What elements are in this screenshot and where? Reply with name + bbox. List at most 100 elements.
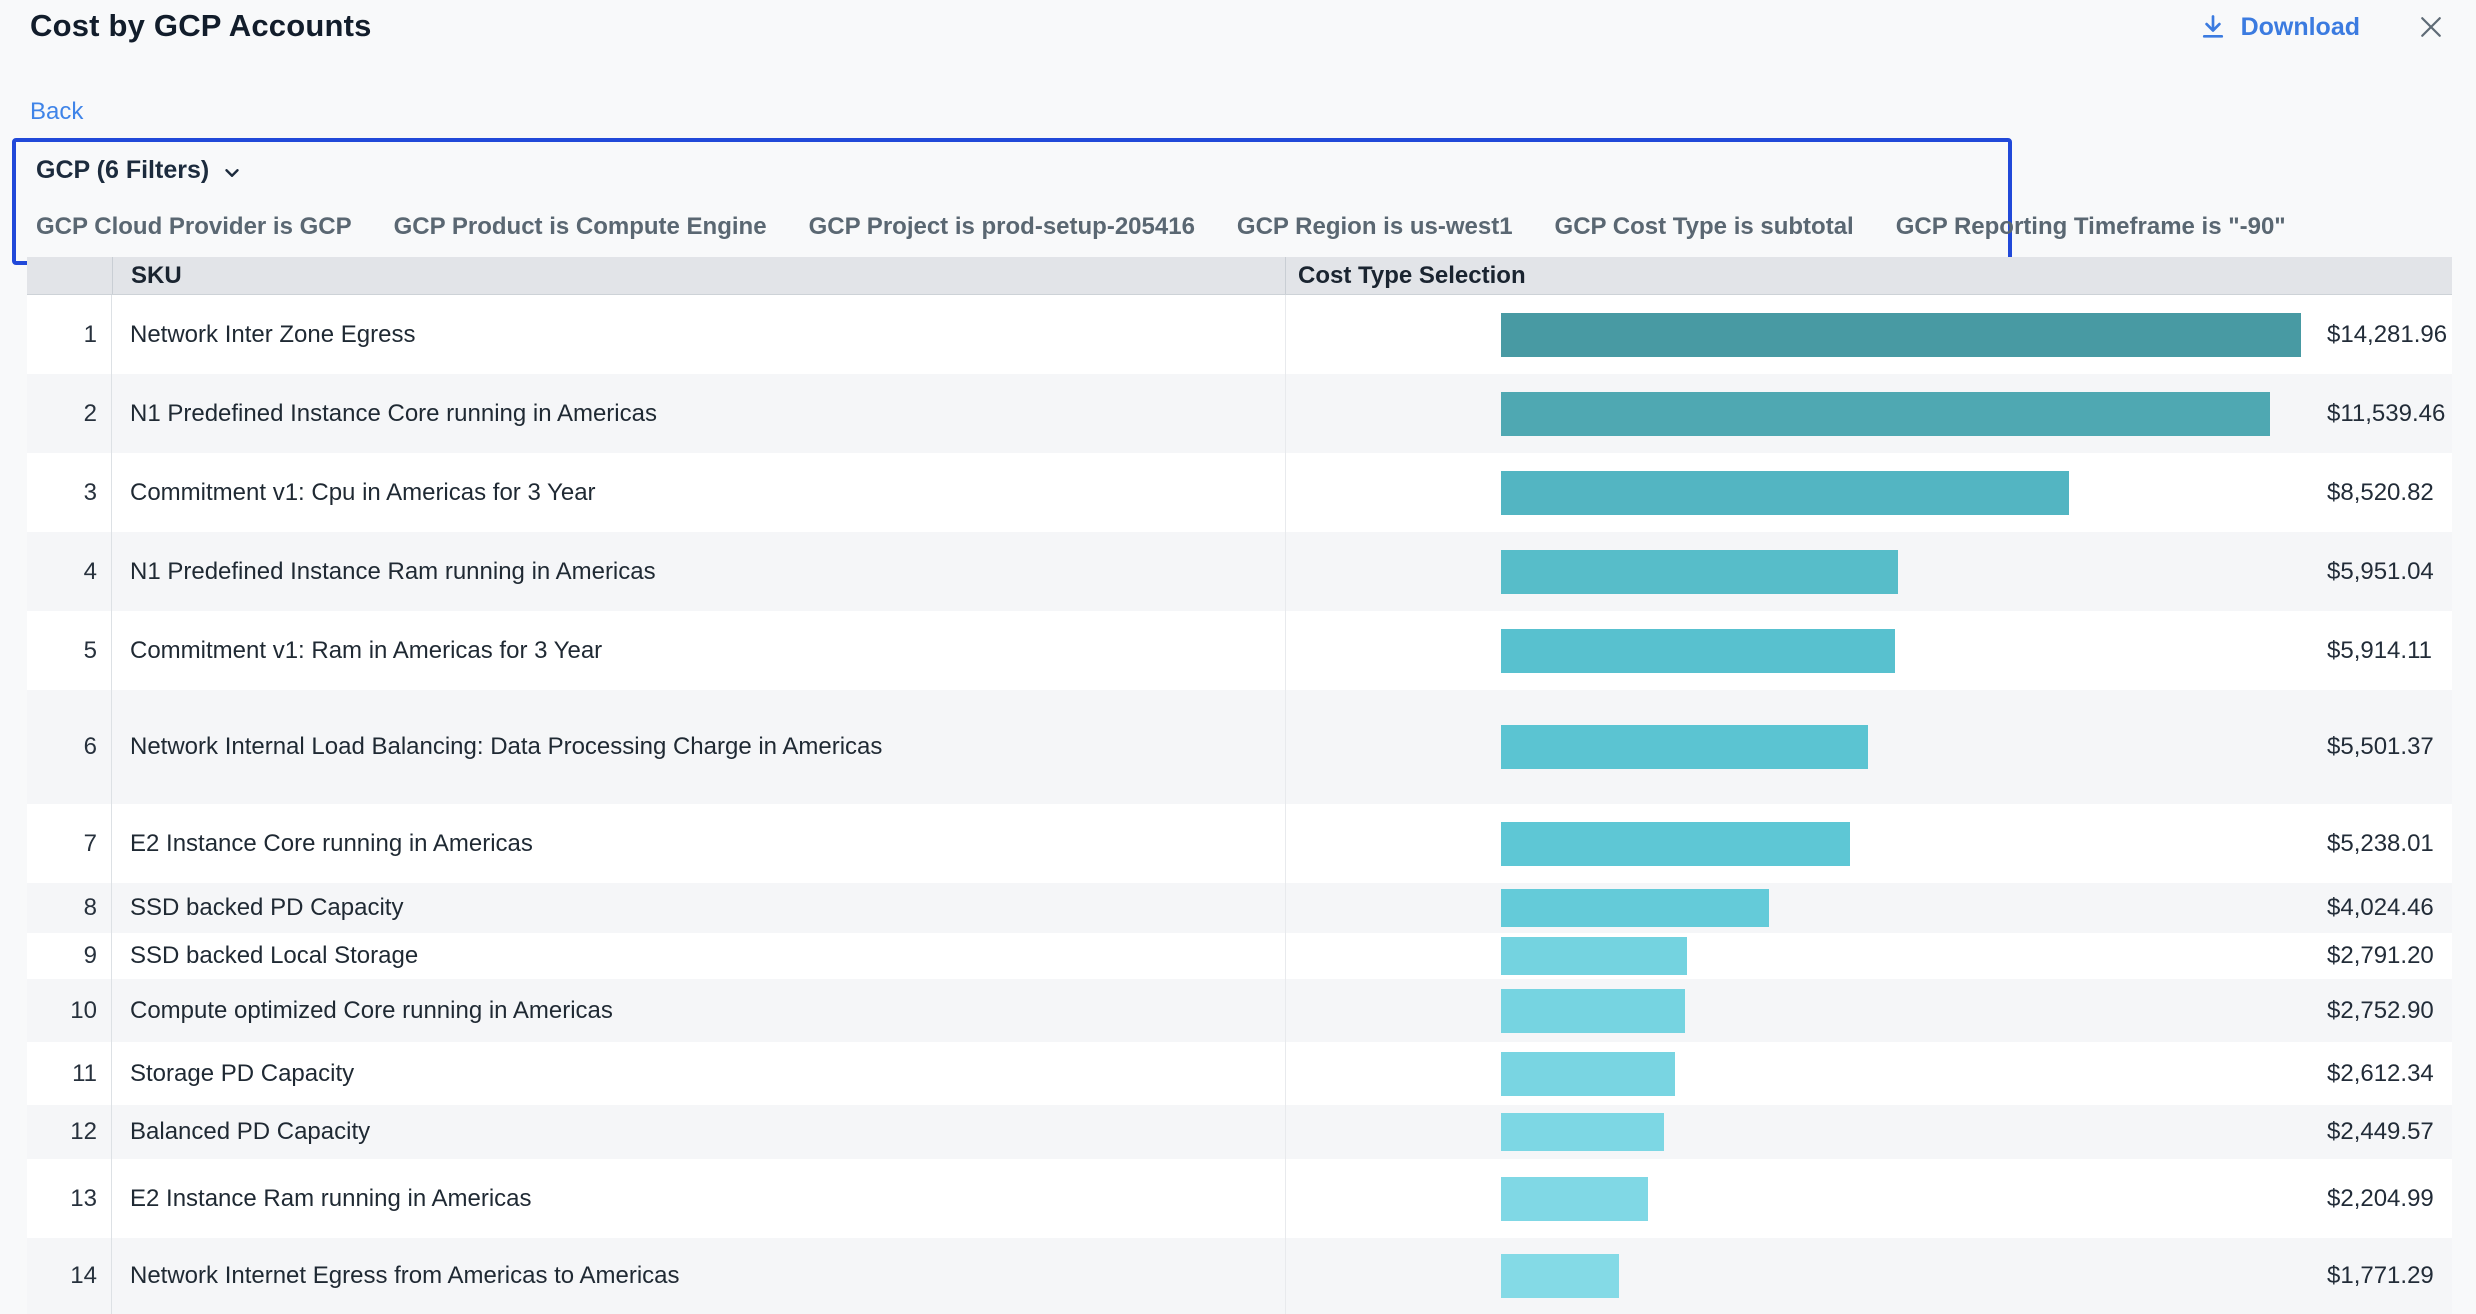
- table-row[interactable]: 2 N1 Predefined Instance Core running in…: [27, 374, 2452, 453]
- bar-cell: $4,024.46: [1285, 883, 2452, 933]
- bar: [1501, 1177, 1648, 1221]
- row-number: 10: [27, 979, 112, 1042]
- sku-label: Storage PD Capacity: [112, 1060, 1285, 1088]
- table-row[interactable]: 5 Commitment v1: Ram in Americas for 3 Y…: [27, 611, 2452, 690]
- bar-value-label: $2,204.99: [2327, 1185, 2434, 1213]
- row-number: 4: [27, 532, 112, 611]
- table-row[interactable]: 9 SSD backed Local Storage $2,791.20: [27, 933, 2452, 979]
- bar-value-label: $2,791.20: [2327, 942, 2434, 970]
- table-row[interactable]: 6 Network Internal Load Balancing: Data …: [27, 690, 2452, 804]
- bar-cell: $2,752.90: [1285, 979, 2452, 1042]
- bar-value-label: $5,914.11: [2327, 637, 2432, 665]
- filter-chip-list: GCP Cloud Provider is GCP GCP Product is …: [36, 213, 1988, 241]
- bar-cell: $5,951.04: [1285, 532, 2452, 611]
- bar-value-label: $8,520.82: [2327, 479, 2434, 507]
- header-cost-type-selection: Cost Type Selection: [1285, 257, 2452, 294]
- bar-cell: $2,791.20: [1285, 933, 2452, 979]
- chevron-down-icon: [221, 162, 243, 184]
- row-number: 14: [27, 1238, 112, 1314]
- filter-summary-toggle[interactable]: GCP (6 Filters): [36, 156, 1988, 185]
- table-row[interactable]: 1 Network Inter Zone Egress $14,281.96: [27, 295, 2452, 374]
- row-number: 5: [27, 611, 112, 690]
- bar-track: [1501, 1052, 2301, 1096]
- filter-box: GCP (6 Filters) GCP Cloud Provider is GC…: [12, 138, 2012, 265]
- sku-label: Compute optimized Core running in Americ…: [112, 997, 1285, 1025]
- table-body: 1 Network Inter Zone Egress $14,281.96 2…: [27, 295, 2452, 1314]
- bar: [1501, 471, 2069, 515]
- bar-cell: $2,449.57: [1285, 1105, 2452, 1159]
- bar-track: [1501, 989, 2301, 1033]
- download-icon: [2199, 13, 2227, 41]
- filter-chip[interactable]: GCP Cloud Provider is GCP: [36, 213, 352, 241]
- sku-label: E2 Instance Ram running in Americas: [112, 1185, 1285, 1213]
- table-row[interactable]: 11 Storage PD Capacity $2,612.34: [27, 1042, 2452, 1105]
- bar: [1501, 725, 1868, 769]
- bar-value-label: $1,771.29: [2327, 1262, 2434, 1290]
- bar-track: [1501, 313, 2301, 357]
- table-row[interactable]: 4 N1 Predefined Instance Ram running in …: [27, 532, 2452, 611]
- row-number: 6: [27, 690, 112, 804]
- bar: [1501, 937, 1687, 975]
- row-number: 8: [27, 883, 112, 933]
- table-row[interactable]: 14 Network Internet Egress from Americas…: [27, 1238, 2452, 1314]
- bar-cell: $11,539.46: [1285, 374, 2452, 453]
- sku-label: Network Inter Zone Egress: [112, 321, 1285, 349]
- bar-track: [1501, 1113, 2301, 1151]
- sku-label: E2 Instance Core running in Americas: [112, 830, 1285, 858]
- table-row[interactable]: 8 SSD backed PD Capacity $4,024.46: [27, 883, 2452, 933]
- sku-label: Balanced PD Capacity: [112, 1118, 1285, 1146]
- bar-cell: $8,520.82: [1285, 453, 2452, 532]
- bar: [1501, 889, 1769, 927]
- row-number: 2: [27, 374, 112, 453]
- bar-track: [1501, 889, 2301, 927]
- filter-chip[interactable]: GCP Region is us-west1: [1237, 213, 1513, 241]
- page-title: Cost by GCP Accounts: [30, 8, 372, 44]
- bar-value-label: $5,501.37: [2327, 733, 2434, 761]
- sku-label: Commitment v1: Ram in Americas for 3 Yea…: [112, 637, 1285, 665]
- bar-track: [1501, 725, 2301, 769]
- bar-track: [1501, 1254, 2301, 1298]
- bar: [1501, 313, 2301, 357]
- bar: [1501, 822, 1850, 866]
- sku-label: SSD backed PD Capacity: [112, 894, 1285, 922]
- row-number: 9: [27, 933, 112, 979]
- table-row[interactable]: 7 E2 Instance Core running in Americas $…: [27, 804, 2452, 883]
- download-label: Download: [2241, 13, 2360, 42]
- bar: [1501, 1113, 1664, 1151]
- table-header: SKU Cost Type Selection: [27, 257, 2452, 295]
- filter-summary-label: GCP (6 Filters): [36, 156, 209, 185]
- row-number: 12: [27, 1105, 112, 1159]
- bar: [1501, 392, 2270, 436]
- row-number: 1: [27, 295, 112, 374]
- bar-value-label: $2,612.34: [2327, 1060, 2434, 1088]
- table-row[interactable]: 10 Compute optimized Core running in Ame…: [27, 979, 2452, 1042]
- filter-chip[interactable]: GCP Cost Type is subtotal: [1555, 213, 1854, 241]
- bar-value-label: $14,281.96: [2327, 321, 2447, 349]
- sku-label: Network Internal Load Balancing: Data Pr…: [112, 733, 1285, 761]
- download-button[interactable]: Download: [2199, 13, 2360, 42]
- bar: [1501, 629, 1895, 673]
- filter-chip[interactable]: GCP Product is Compute Engine: [394, 213, 767, 241]
- filter-chip[interactable]: GCP Project is prod-setup-205416: [809, 213, 1195, 241]
- bar: [1501, 550, 1898, 594]
- bar-value-label: $11,539.46: [2327, 400, 2445, 428]
- sku-label: Commitment v1: Cpu in Americas for 3 Yea…: [112, 479, 1285, 507]
- row-number: 13: [27, 1159, 112, 1238]
- bar-value-label: $5,238.01: [2327, 830, 2434, 858]
- back-link[interactable]: Back: [30, 98, 83, 126]
- close-button[interactable]: [2416, 12, 2446, 42]
- sku-label: N1 Predefined Instance Core running in A…: [112, 400, 1285, 428]
- bar-track: [1501, 629, 2301, 673]
- bar-track: [1501, 550, 2301, 594]
- sku-label: Network Internet Egress from Americas to…: [112, 1262, 1285, 1290]
- bar-track: [1501, 822, 2301, 866]
- header-sku: SKU: [112, 257, 1285, 294]
- close-icon: [2416, 12, 2446, 42]
- bar-track: [1501, 937, 2301, 975]
- table-row[interactable]: 12 Balanced PD Capacity $2,449.57: [27, 1105, 2452, 1159]
- bar-value-label: $4,024.46: [2327, 894, 2434, 922]
- filter-chip[interactable]: GCP Reporting Timeframe is "-90": [1896, 213, 2286, 241]
- table-row[interactable]: 3 Commitment v1: Cpu in Americas for 3 Y…: [27, 453, 2452, 532]
- bar-cell: $14,281.96: [1285, 295, 2452, 374]
- table-row[interactable]: 13 E2 Instance Ram running in Americas $…: [27, 1159, 2452, 1238]
